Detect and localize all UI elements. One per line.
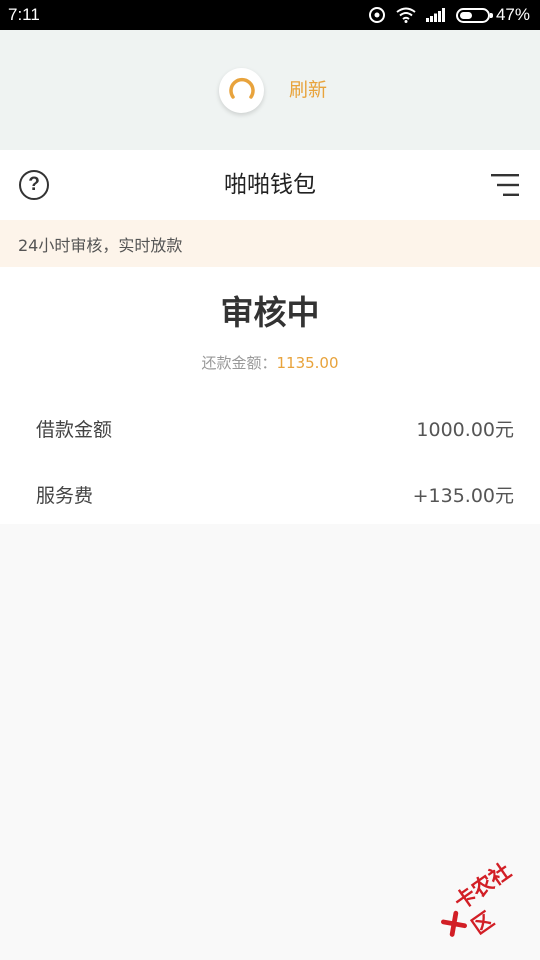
refresh-spinner <box>219 68 264 113</box>
loan-amount-row: 借款金额 1000.00元 <box>36 408 514 448</box>
status-icons: 47% <box>368 5 530 25</box>
wifi-icon <box>396 7 416 23</box>
loan-status-card: 审核中 还款金额：1135.00 借款金额 1000.00元 服务费 +135.… <box>0 267 540 524</box>
service-fee-value: +135.00元 <box>412 484 514 507</box>
spinner-icon <box>228 77 255 99</box>
refresh-area[interactable]: 刷新 <box>0 30 540 150</box>
service-fee-row: 服务费 +135.00元 <box>36 474 514 514</box>
notice-banner: 24小时审核，实时放款 <box>0 220 540 267</box>
notice-text: 24小时审核，实时放款 <box>18 235 183 255</box>
signal-icon <box>425 8 445 22</box>
loan-amount-label: 借款金额 <box>36 418 113 441</box>
status-time: 7:11 <box>8 5 40 24</box>
nav-bar: ? 啪啪钱包 <box>0 150 540 220</box>
watermark: 卡农社区 <box>428 846 540 955</box>
status-bar: 7:11 47% <box>0 0 540 30</box>
repay-amount: 1135.00 <box>276 354 339 372</box>
battery-fill <box>459 11 473 19</box>
repay-line: 还款金额：1135.00 <box>0 353 540 373</box>
refresh-label: 刷新 <box>289 79 328 101</box>
page-title: 啪啪钱包 <box>224 172 316 198</box>
status-title: 审核中 <box>220 293 320 332</box>
menu-icon[interactable] <box>491 173 521 197</box>
battery-percent: 47% <box>495 5 530 24</box>
loan-amount-value: 1000.00元 <box>416 418 514 441</box>
location-icon <box>368 7 385 23</box>
battery-icon <box>455 7 493 23</box>
battery-indicator: 47% <box>455 5 530 25</box>
service-fee-label: 服务费 <box>36 484 94 507</box>
repay-label: 还款金额： <box>201 354 277 372</box>
